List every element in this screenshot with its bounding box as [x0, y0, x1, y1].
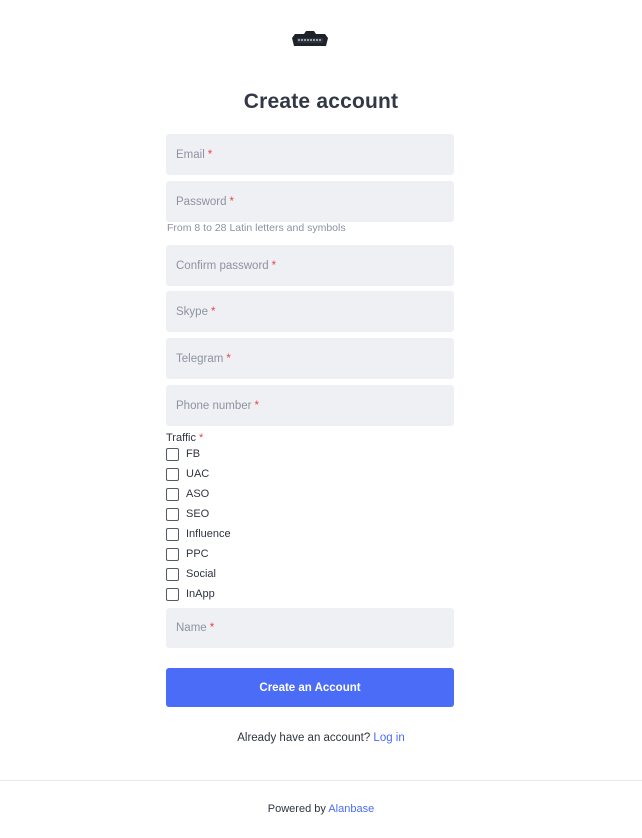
checkbox[interactable] [166, 567, 179, 581]
password-hint: From 8 to 28 Latin letters and symbols [167, 222, 346, 234]
traffic-option-social[interactable]: Social [166, 566, 216, 582]
name-field[interactable]: Name * [166, 608, 454, 648]
traffic-option-aso[interactable]: ASO [166, 486, 209, 502]
checkbox[interactable] [166, 447, 179, 461]
confirm-password-field[interactable]: Confirm password * [166, 245, 454, 286]
email-field[interactable]: Email * [166, 134, 454, 175]
create-account-button[interactable]: Create an Account [166, 668, 454, 707]
signup-page: Create account Email * Password * From 8 t… [0, 0, 642, 838]
skype-placeholder: Skype * [176, 305, 216, 318]
checkbox[interactable] [166, 587, 179, 601]
checkbox[interactable] [166, 487, 179, 501]
phone-placeholder: Phone number * [176, 399, 259, 412]
powered-by: Powered by Alanbase [267, 803, 375, 815]
footer-divider [0, 780, 642, 781]
checkbox[interactable] [166, 547, 179, 561]
traffic-option-influence[interactable]: Influence [166, 526, 231, 542]
checkbox[interactable] [166, 527, 179, 541]
telegram-field[interactable]: Telegram * [166, 338, 454, 379]
traffic-option-uac[interactable]: UAC [166, 466, 209, 482]
telegram-placeholder: Telegram * [176, 352, 231, 365]
name-placeholder: Name * [176, 622, 215, 634]
page-title: Create account [243, 90, 399, 113]
password-field[interactable]: Password * [166, 181, 454, 222]
skype-field[interactable]: Skype * [166, 291, 454, 332]
traffic-option-ppc[interactable]: PPC [166, 546, 209, 562]
traffic-label: Traffic * [166, 432, 204, 444]
checkbox[interactable] [166, 507, 179, 521]
traffic-option-inapp[interactable]: InApp [166, 586, 215, 602]
confirm-password-placeholder: Confirm password * [176, 259, 277, 272]
phone-number-field[interactable]: Phone number * [166, 385, 454, 426]
email-placeholder: Email * [176, 148, 213, 161]
checkbox[interactable] [166, 467, 179, 481]
alanbase-link[interactable]: Alanbase [328, 803, 374, 815]
password-placeholder: Password * [176, 195, 234, 208]
traffic-option-fb[interactable]: FB [166, 446, 200, 462]
login-link[interactable]: Log in [373, 732, 404, 744]
traffic-option-seo[interactable]: SEO [166, 506, 209, 522]
partners-logo [292, 31, 328, 46]
login-prompt: Already have an account? Log in [237, 732, 405, 744]
